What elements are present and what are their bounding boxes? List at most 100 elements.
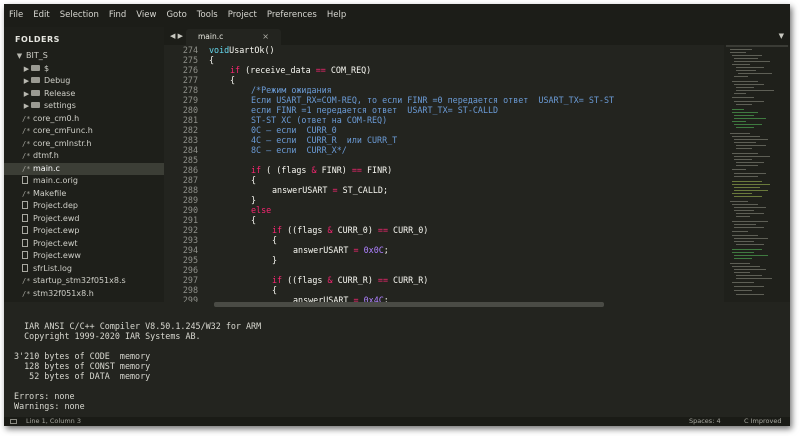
menu-help[interactable]: Help [322,4,351,27]
code-line[interactable]: 287 { [164,175,724,185]
menu-edit[interactable]: Edit [28,4,54,27]
line-number: 278 [182,85,198,95]
sidebar-item-main-c-orig[interactable]: main.c.orig [4,175,164,188]
menu-find[interactable]: Find [104,4,131,27]
menu-preferences[interactable]: Preferences [262,4,322,27]
sidebar-item-bit-s[interactable]: ▼ BIT_S [4,50,164,63]
sidebar-item-core-cm0-h[interactable]: /* core_cm0.h [4,113,164,126]
sidebar-item-debug[interactable]: ▶ Debug [4,75,164,88]
chevron-right-icon[interactable]: ▶ [22,75,31,88]
menu-project[interactable]: Project [223,4,262,27]
code-text: { [251,175,257,185]
sidebar-item-project-dep[interactable]: Project.dep [4,200,164,213]
code-line[interactable]: 299 answerUSART = 0x4C; [164,295,724,302]
menu-view[interactable]: View [131,4,161,27]
code-line[interactable]: 288 answerUSART = ST_CALLD; [164,185,724,195]
sidebar-item-label: Makefile [33,188,67,198]
sidebar-item-project-ewt[interactable]: Project.ewt [4,238,164,251]
sidebar-item-label: dtmf.h [33,151,59,160]
sidebar-item-project-ewp[interactable]: Project.ewp [4,225,164,238]
code-line[interactable]: 289} [164,195,724,205]
sidebar-item-stm32f051x8-h[interactable]: /* stm32f051x8.h [4,288,164,301]
code-line[interactable]: 277 { [164,75,724,85]
code-line[interactable]: 276 if (receive_data == COM_REQ) [164,65,724,75]
sidebar-item-dtmf-h[interactable]: /* dtmf.h [4,150,164,163]
sidebar-item-main-c[interactable]: /* main.c [4,162,164,175]
chevron-down-icon[interactable]: ▼ [779,27,784,45]
chevron-right-icon[interactable]: ▶ [22,88,31,101]
line-number: 294 [182,245,198,255]
console-line: Errors: none [9,391,75,401]
sidebar-item-stm32f0xx-h[interactable]: /*stm32f0xx.h [4,300,164,302]
console-line: IAR ANSI C/C++ Compiler V8.50.1.245/W32 … [9,321,262,331]
code-file-icon: /* [22,277,31,285]
code-line[interactable]: 283 4C – если CURR_R или CURR_T [164,135,724,145]
code-line[interactable]: 295} [164,255,724,265]
folder-icon [31,77,40,83]
code-line[interactable]: 286 if ( (flags & FINR) == FINR) [164,165,724,175]
code-file-icon: /* [22,114,31,123]
sidebar-item-project-eww[interactable]: Project.eww [4,250,164,263]
chevron-right-icon[interactable]: ▶ [22,63,31,76]
code-line[interactable]: 284 8C – если CURR_X*/ [164,145,724,155]
sidebar-item-project-ewd[interactable]: Project.ewd [4,213,164,226]
code-file-icon: /* [22,300,33,302]
sidebar-item-label: core_cmInstr.h [33,138,92,148]
code-line[interactable]: 290 else [164,205,724,215]
sidebar-item-startup-stm32f051x8-s[interactable]: /* startup_stm32f051x8.s [4,275,164,288]
code-line[interactable]: 285 [164,155,724,165]
code-line[interactable]: 292 if ((flags & CURR_0) == CURR_0) [164,225,724,235]
code-editor[interactable]: 274 voidUsartOk() 275 {276 if (receive_data … [164,45,724,302]
sidebar-item-release[interactable]: ▶ Release [4,88,164,101]
tab-nav-arrows[interactable]: ◀ ▶ [170,27,183,45]
menu-selection[interactable]: Selection [55,4,104,27]
sidebar-item-label: BIT_S [26,51,48,60]
panel-toggle-icon[interactable] [10,419,17,424]
sidebar-item-label: Project.eww [33,251,81,260]
code-text: if ((flags & CURR_R) == CURR_R) [272,275,429,285]
minimap[interactable] [724,45,790,302]
code-line[interactable]: 298 { [164,285,724,295]
sidebar-item-makefile[interactable]: /* Makefile [4,188,164,201]
chevron-down-icon[interactable]: ▼ [15,50,24,63]
code-line[interactable]: 279 Если USART_RX=COM-REQ, то если FINR =… [164,95,724,105]
code-line[interactable]: 296 [164,265,724,275]
menu-tools[interactable]: Tools [192,4,223,27]
editor-window: File Edit Selection Find View Goto Tools Projec… [4,4,790,426]
code-line[interactable]: 274 voidUsartOk() [164,45,724,55]
code-line[interactable]: 297 if ((flags & CURR_R) == CURR_R) [164,275,724,285]
sidebar-item-[interactable]: ▶ $ [4,63,164,76]
close-icon[interactable]: × [262,29,269,45]
code-text: { [251,215,257,225]
code-file-icon: /* [22,189,31,198]
code-line[interactable]: 282 0C – если CURR_0 [164,125,724,135]
sidebar-item-sfrlist-log[interactable]: sfrList.log [4,263,164,276]
code-line[interactable]: 278 /*Режим ожидания [164,85,724,95]
line-number: 280 [182,105,198,115]
code-line[interactable]: 293 { [164,235,724,245]
menu-goto[interactable]: Goto [161,4,191,27]
code-line[interactable]: 291 { [164,215,724,225]
code-file-icon: /* [22,127,31,135]
sidebar-item-label: Release [44,88,76,98]
code-line[interactable]: 294 answerUSART = 0x0C; [164,245,724,255]
line-number: 296 [182,265,198,275]
code-line[interactable]: 281 ST-ST XC (ответ на COM-REQ) [164,115,724,125]
syntax-setting[interactable]: C Improved [744,417,781,426]
line-number: 297 [182,275,198,285]
menu-file[interactable]: File [4,4,28,27]
chevron-right-icon[interactable]: ▶ [22,100,31,113]
tab-main-c[interactable]: main.c × [186,29,281,45]
code-text: 4C – если CURR_R или CURR_T [251,135,398,145]
code-line[interactable]: 275 { [164,55,724,65]
line-number: 298 [182,285,198,295]
sidebar-item-core-cminstr-h[interactable]: /* core_cmInstr.h [4,138,164,151]
code-text: answerUSART = ST_CALLD; [272,185,388,195]
code-line[interactable]: 280 если FINR =1 передается ответ USART_T… [164,105,724,115]
sidebar-item-settings[interactable]: ▶ settings [4,100,164,113]
sidebar-item-core-cmfunc-h[interactable]: /* core_cmFunc.h [4,125,164,138]
indentation-setting[interactable]: Spaces: 4 [689,417,721,426]
line-number: 282 [182,125,198,135]
